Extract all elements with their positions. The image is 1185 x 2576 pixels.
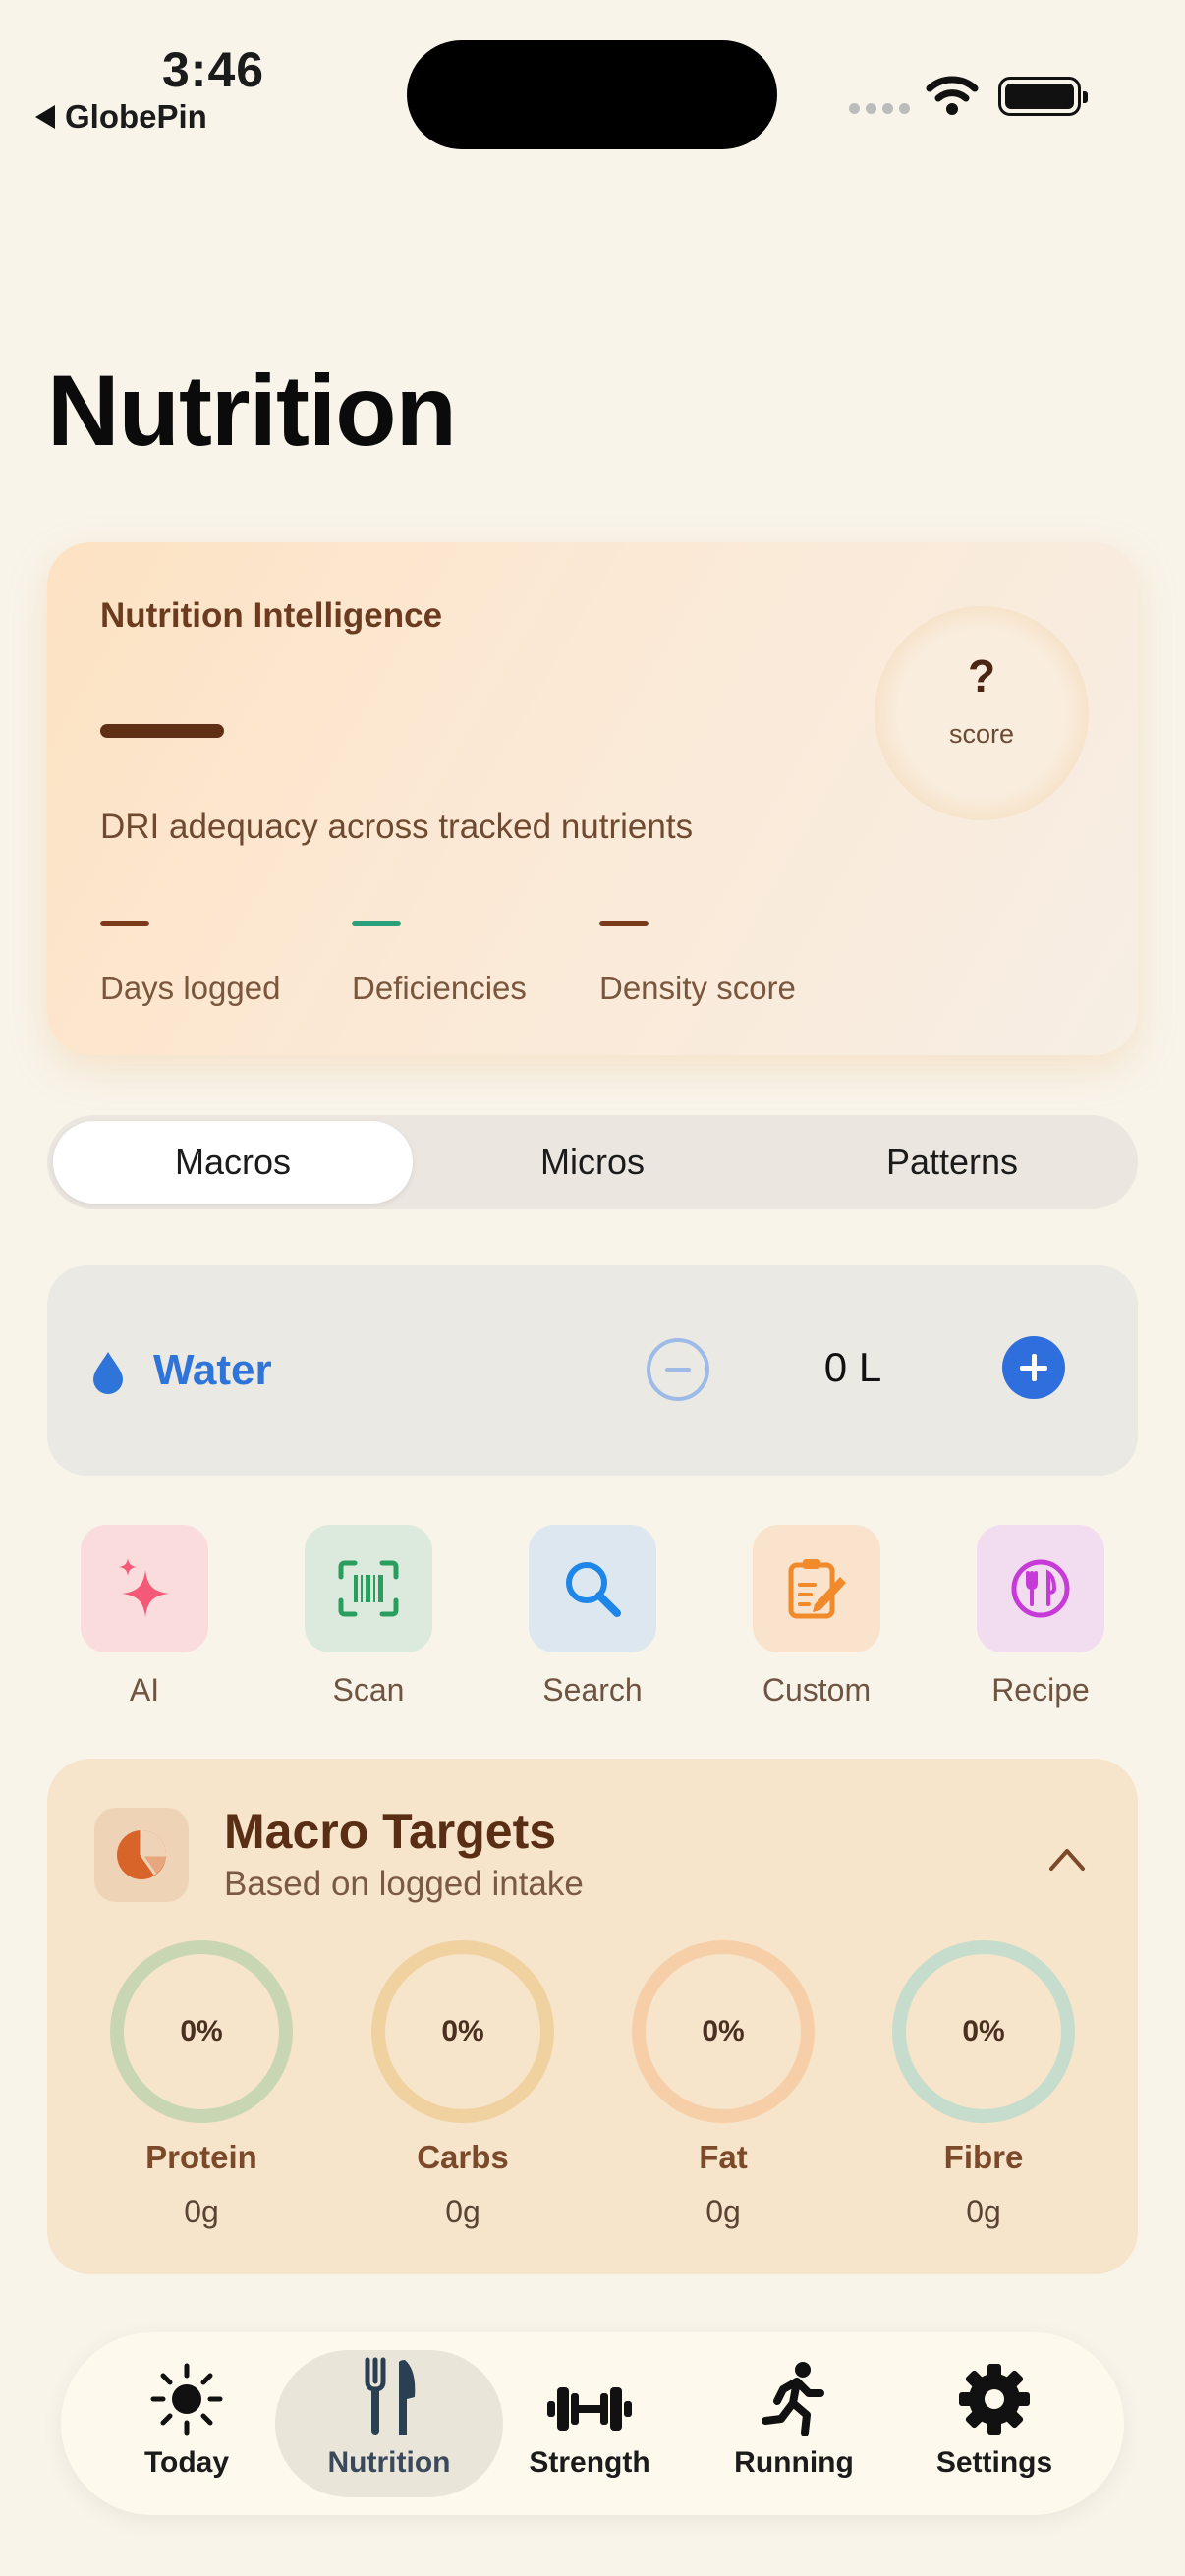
page-title: Nutrition (47, 355, 457, 467)
stat-dash (599, 921, 649, 926)
intelligence-placeholder-bar (100, 724, 224, 738)
quick-action-label: Scan (332, 1672, 405, 1708)
fork-knife-circle-icon (1011, 1559, 1070, 1618)
stat-deficiencies: Deficiencies (352, 921, 527, 1007)
stat-label: Deficiencies (352, 970, 527, 1006)
back-triangle-icon (35, 105, 55, 129)
macro-ring: 0% (632, 1940, 815, 2123)
macro-name: Fat (699, 2139, 748, 2175)
stat-dash (100, 921, 149, 926)
dumbbell-icon (547, 2387, 632, 2431)
score-value: ? (967, 650, 996, 701)
segment-micros[interactable]: Micros (413, 1121, 772, 1204)
ai-tile (81, 1525, 208, 1652)
cellular-signal-icon (849, 103, 910, 114)
segment-macros[interactable]: Macros (53, 1121, 413, 1204)
macro-protein: 0% Protein 0g (110, 1940, 293, 2230)
segment-patterns[interactable]: Patterns (772, 1121, 1132, 1204)
score-label: score (948, 719, 1015, 749)
sun-icon (150, 2363, 223, 2436)
macro-name: Carbs (417, 2139, 509, 2175)
quick-action-label: Recipe (991, 1672, 1090, 1708)
water-increase-button[interactable] (1002, 1336, 1065, 1399)
macro-targets-title: Macro Targets (224, 1804, 557, 1859)
segmented-control: Macros Micros Patterns (47, 1115, 1138, 1209)
macro-name: Fibre (943, 2139, 1024, 2175)
macro-ring: 0% (892, 1940, 1075, 2123)
fork-knife-icon (365, 2357, 416, 2435)
water-drop-icon (93, 1352, 123, 1394)
tab-label: Running (734, 2446, 854, 2479)
macro-targets-subtitle: Based on logged intake (224, 1865, 584, 1903)
tab-nutrition[interactable]: Nutrition (275, 2350, 503, 2497)
chevron-up-icon[interactable] (1047, 1845, 1087, 1873)
scan-tile (305, 1525, 432, 1652)
macro-ring: 0% (371, 1940, 554, 2123)
sparkles-icon (119, 1558, 169, 1617)
tab-settings[interactable]: Settings (896, 2350, 1093, 2497)
stat-density-score: Density score (599, 921, 796, 1007)
gear-icon (959, 2364, 1030, 2435)
quick-action-label: Search (542, 1672, 643, 1708)
tab-bar: Today Nutrition Strength Running Setting… (61, 2332, 1124, 2515)
macro-amount: 0g (445, 2194, 480, 2229)
recipe-tile (977, 1525, 1104, 1652)
water-label: Water (153, 1346, 272, 1394)
water-value: 0 L (823, 1344, 882, 1390)
minus-icon (665, 1368, 691, 1372)
pie-chart-icon (117, 1830, 166, 1879)
dynamic-island (407, 40, 777, 149)
tab-strength[interactable]: Strength (491, 2350, 688, 2497)
search-icon (566, 1562, 621, 1617)
back-app-label: GlobePin (65, 98, 207, 135)
macro-fat: 0% Fat 0g (632, 1940, 815, 2230)
water-decrease-button[interactable] (647, 1338, 709, 1401)
tab-today[interactable]: Today (88, 2350, 285, 2497)
wifi-icon (926, 76, 979, 115)
search-tile (529, 1525, 656, 1652)
macro-name: Protein (145, 2139, 257, 2175)
battery-icon (998, 77, 1088, 116)
custom-tile (753, 1525, 880, 1652)
stat-dash (352, 921, 401, 926)
stat-label: Density score (599, 970, 796, 1006)
back-to-app-button[interactable]: GlobePin (35, 98, 207, 136)
macro-amount: 0g (705, 2194, 741, 2229)
quick-action-search[interactable]: Search (529, 1525, 656, 1708)
stat-days-logged: Days logged (100, 921, 280, 1007)
tab-label: Nutrition (327, 2446, 451, 2479)
barcode-scan-icon (338, 1560, 399, 1617)
quick-action-label: AI (129, 1672, 160, 1708)
intelligence-title: Nutrition Intelligence (100, 596, 443, 635)
intelligence-subtitle: DRI adequacy across tracked nutrients (100, 808, 694, 846)
macro-amount: 0g (966, 2194, 1001, 2229)
score-ring: ? score (875, 606, 1089, 820)
nutrition-intelligence-card[interactable]: Nutrition Intelligence DRI adequacy acro… (47, 542, 1138, 1055)
stat-label: Days logged (100, 970, 281, 1006)
quick-action-custom[interactable]: Custom (753, 1525, 880, 1708)
tab-label: Strength (529, 2446, 650, 2479)
quick-action-ai[interactable]: AI (81, 1525, 208, 1708)
tab-label: Today (143, 2446, 230, 2479)
water-card: Water 0 L (47, 1265, 1138, 1476)
quick-action-label: Custom (762, 1672, 872, 1708)
quick-action-recipe[interactable]: Recipe (977, 1525, 1104, 1708)
macro-ring: 0% (110, 1940, 293, 2123)
edit-note-icon (788, 1559, 846, 1619)
macro-fibre: 0% Fibre 0g (892, 1940, 1075, 2230)
quick-action-scan[interactable]: Scan (305, 1525, 432, 1708)
runner-icon (762, 2362, 824, 2436)
tab-running[interactable]: Running (696, 2350, 892, 2497)
tab-label: Settings (935, 2446, 1053, 2479)
status-bar: 3:46 GlobePin (0, 0, 1185, 167)
macro-targets-card: Macro Targets Based on logged intake 0% … (47, 1759, 1138, 2274)
macro-amount: 0g (184, 2194, 219, 2229)
macro-carbs: 0% Carbs 0g (371, 1940, 554, 2230)
macro-targets-icon-tile (94, 1808, 189, 1902)
status-time: 3:46 (162, 42, 265, 97)
